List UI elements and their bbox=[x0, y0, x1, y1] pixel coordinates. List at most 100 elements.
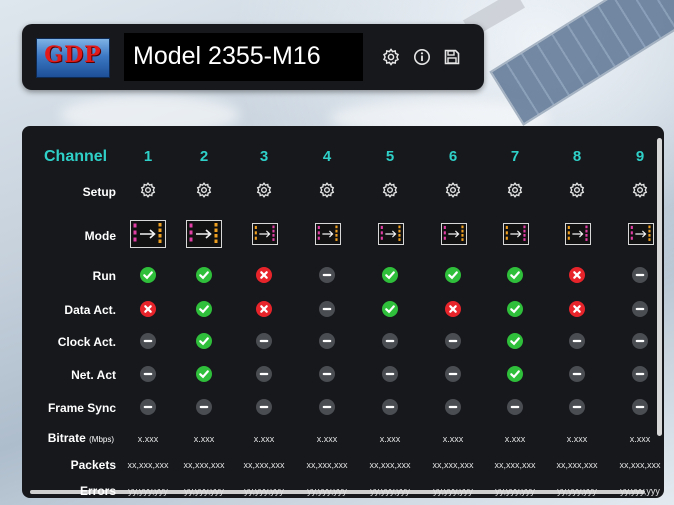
mode-pcm-to-enet-icon[interactable] bbox=[130, 220, 166, 248]
satellite-panel-image bbox=[489, 0, 674, 126]
settings-gear-icon[interactable] bbox=[139, 181, 157, 199]
settings-gear-icon[interactable] bbox=[568, 181, 586, 199]
settings-gear-icon[interactable] bbox=[195, 181, 213, 199]
row-label-mode: Mode bbox=[84, 229, 116, 243]
packets-value: xx,xxx,xxx bbox=[243, 460, 285, 470]
mode-pcm-to-enet-icon[interactable] bbox=[315, 223, 341, 245]
channel-number-9: 9 bbox=[635, 148, 645, 165]
inactive-dash-icon bbox=[632, 366, 648, 382]
check-icon bbox=[507, 267, 523, 283]
logo-text: GDP bbox=[44, 42, 102, 68]
error-x-icon bbox=[256, 267, 272, 283]
check-icon bbox=[196, 301, 212, 317]
bitrate-value: x.xxx bbox=[504, 434, 526, 444]
channel-number-2: 2 bbox=[199, 148, 209, 165]
bitrate-value: x.xxx bbox=[566, 434, 588, 444]
channel-number-7: 7 bbox=[510, 148, 520, 165]
mode-pcm-to-enet-icon[interactable] bbox=[378, 223, 404, 245]
inactive-dash-icon bbox=[140, 399, 156, 415]
inactive-dash-icon bbox=[507, 399, 523, 415]
vertical-scrollbar[interactable] bbox=[657, 138, 662, 436]
mode-pcm-to-enet-icon[interactable] bbox=[628, 223, 654, 245]
save-icon[interactable] bbox=[442, 47, 462, 67]
error-x-icon bbox=[569, 267, 585, 283]
inactive-dash-icon bbox=[445, 333, 461, 349]
settings-gear-icon[interactable] bbox=[318, 181, 336, 199]
inactive-dash-icon bbox=[319, 301, 335, 317]
errors-value: yy,yyy,yyy bbox=[557, 486, 597, 496]
channel-number-5: 5 bbox=[385, 148, 395, 165]
channel-number-4: 4 bbox=[322, 148, 332, 165]
errors-value: yy,yyy,yyy bbox=[128, 486, 168, 496]
error-x-icon bbox=[445, 301, 461, 317]
check-icon bbox=[507, 333, 523, 349]
inactive-dash-icon bbox=[319, 333, 335, 349]
model-title: Model 2355-M16 bbox=[133, 42, 321, 70]
bitrate-value: x.xxx bbox=[379, 434, 401, 444]
bitrate-value: x.xxx bbox=[253, 434, 275, 444]
errors-value: yy,yyy,yyy bbox=[244, 486, 284, 496]
error-x-icon bbox=[569, 301, 585, 317]
inactive-dash-icon bbox=[445, 399, 461, 415]
row-label-packets: Packets bbox=[70, 458, 116, 472]
header-bar: GDP Model 2355-M16 bbox=[22, 24, 484, 90]
bitrate-value: x.xxx bbox=[193, 434, 215, 444]
check-icon bbox=[140, 267, 156, 283]
bitrate-unit: (Mbps) bbox=[89, 435, 114, 444]
mode-pcm-to-enet-icon[interactable] bbox=[186, 220, 222, 248]
inactive-dash-icon bbox=[445, 366, 461, 382]
inactive-dash-icon bbox=[256, 399, 272, 415]
inactive-dash-icon bbox=[256, 366, 272, 382]
inactive-dash-icon bbox=[319, 399, 335, 415]
inactive-dash-icon bbox=[256, 333, 272, 349]
check-icon bbox=[445, 267, 461, 283]
check-icon bbox=[382, 267, 398, 283]
errors-value: yy,yyy,yyy bbox=[433, 486, 473, 496]
inactive-dash-icon bbox=[140, 333, 156, 349]
packets-value: xx,xxx,xxx bbox=[432, 460, 474, 470]
inactive-dash-icon bbox=[632, 399, 648, 415]
check-icon bbox=[507, 366, 523, 382]
inactive-dash-icon bbox=[632, 267, 648, 283]
packets-value: xx,xxx,xxx bbox=[494, 460, 536, 470]
errors-value: yy,yyy,yyy bbox=[307, 486, 347, 496]
error-x-icon bbox=[256, 301, 272, 317]
settings-gear-icon[interactable] bbox=[506, 181, 524, 199]
mode-pcm-to-enet-icon[interactable] bbox=[441, 223, 467, 245]
errors-value: yy,yyy,yyy bbox=[370, 486, 410, 496]
row-label-data-act: Data Act. bbox=[64, 303, 116, 317]
check-icon bbox=[196, 267, 212, 283]
mode-enet-to-pcm-icon[interactable] bbox=[565, 223, 591, 245]
settings-gear-icon[interactable] bbox=[631, 181, 649, 199]
gear-icon[interactable] bbox=[381, 47, 401, 67]
channel-number-6: 6 bbox=[448, 148, 458, 165]
mode-enet-to-pcm-icon[interactable] bbox=[503, 223, 529, 245]
settings-gear-icon[interactable] bbox=[444, 181, 462, 199]
settings-gear-icon[interactable] bbox=[381, 181, 399, 199]
inactive-dash-icon bbox=[140, 366, 156, 382]
row-label-errors: Errors bbox=[79, 484, 116, 498]
bitrate-value: x.xxx bbox=[442, 434, 464, 444]
inactive-dash-icon bbox=[319, 267, 335, 283]
packets-value: xx,xxx,xxx bbox=[306, 460, 348, 470]
row-label-frame-sync: Frame Sync bbox=[47, 401, 116, 415]
bitrate-value: x.xxx bbox=[316, 434, 338, 444]
inactive-dash-icon bbox=[632, 333, 648, 349]
info-icon[interactable] bbox=[412, 47, 432, 67]
check-icon bbox=[196, 366, 212, 382]
mode-enet-to-pcm-icon[interactable] bbox=[252, 223, 278, 245]
inactive-dash-icon bbox=[382, 333, 398, 349]
check-icon bbox=[196, 333, 212, 349]
packets-value: xx,xxx,xxx bbox=[369, 460, 411, 470]
check-icon bbox=[382, 301, 398, 317]
inactive-dash-icon bbox=[632, 301, 648, 317]
inactive-dash-icon bbox=[569, 333, 585, 349]
row-label-setup: Setup bbox=[82, 185, 116, 199]
inactive-dash-icon bbox=[569, 366, 585, 382]
packets-value: xx,xxx,xxx bbox=[127, 460, 169, 470]
channel-status-panel: Channel Setup Mode Run Data Act. Clock A… bbox=[22, 126, 664, 498]
settings-gear-icon[interactable] bbox=[255, 181, 273, 199]
inactive-dash-icon bbox=[569, 399, 585, 415]
bitrate-label: Bitrate bbox=[47, 431, 86, 445]
inactive-dash-icon bbox=[382, 366, 398, 382]
